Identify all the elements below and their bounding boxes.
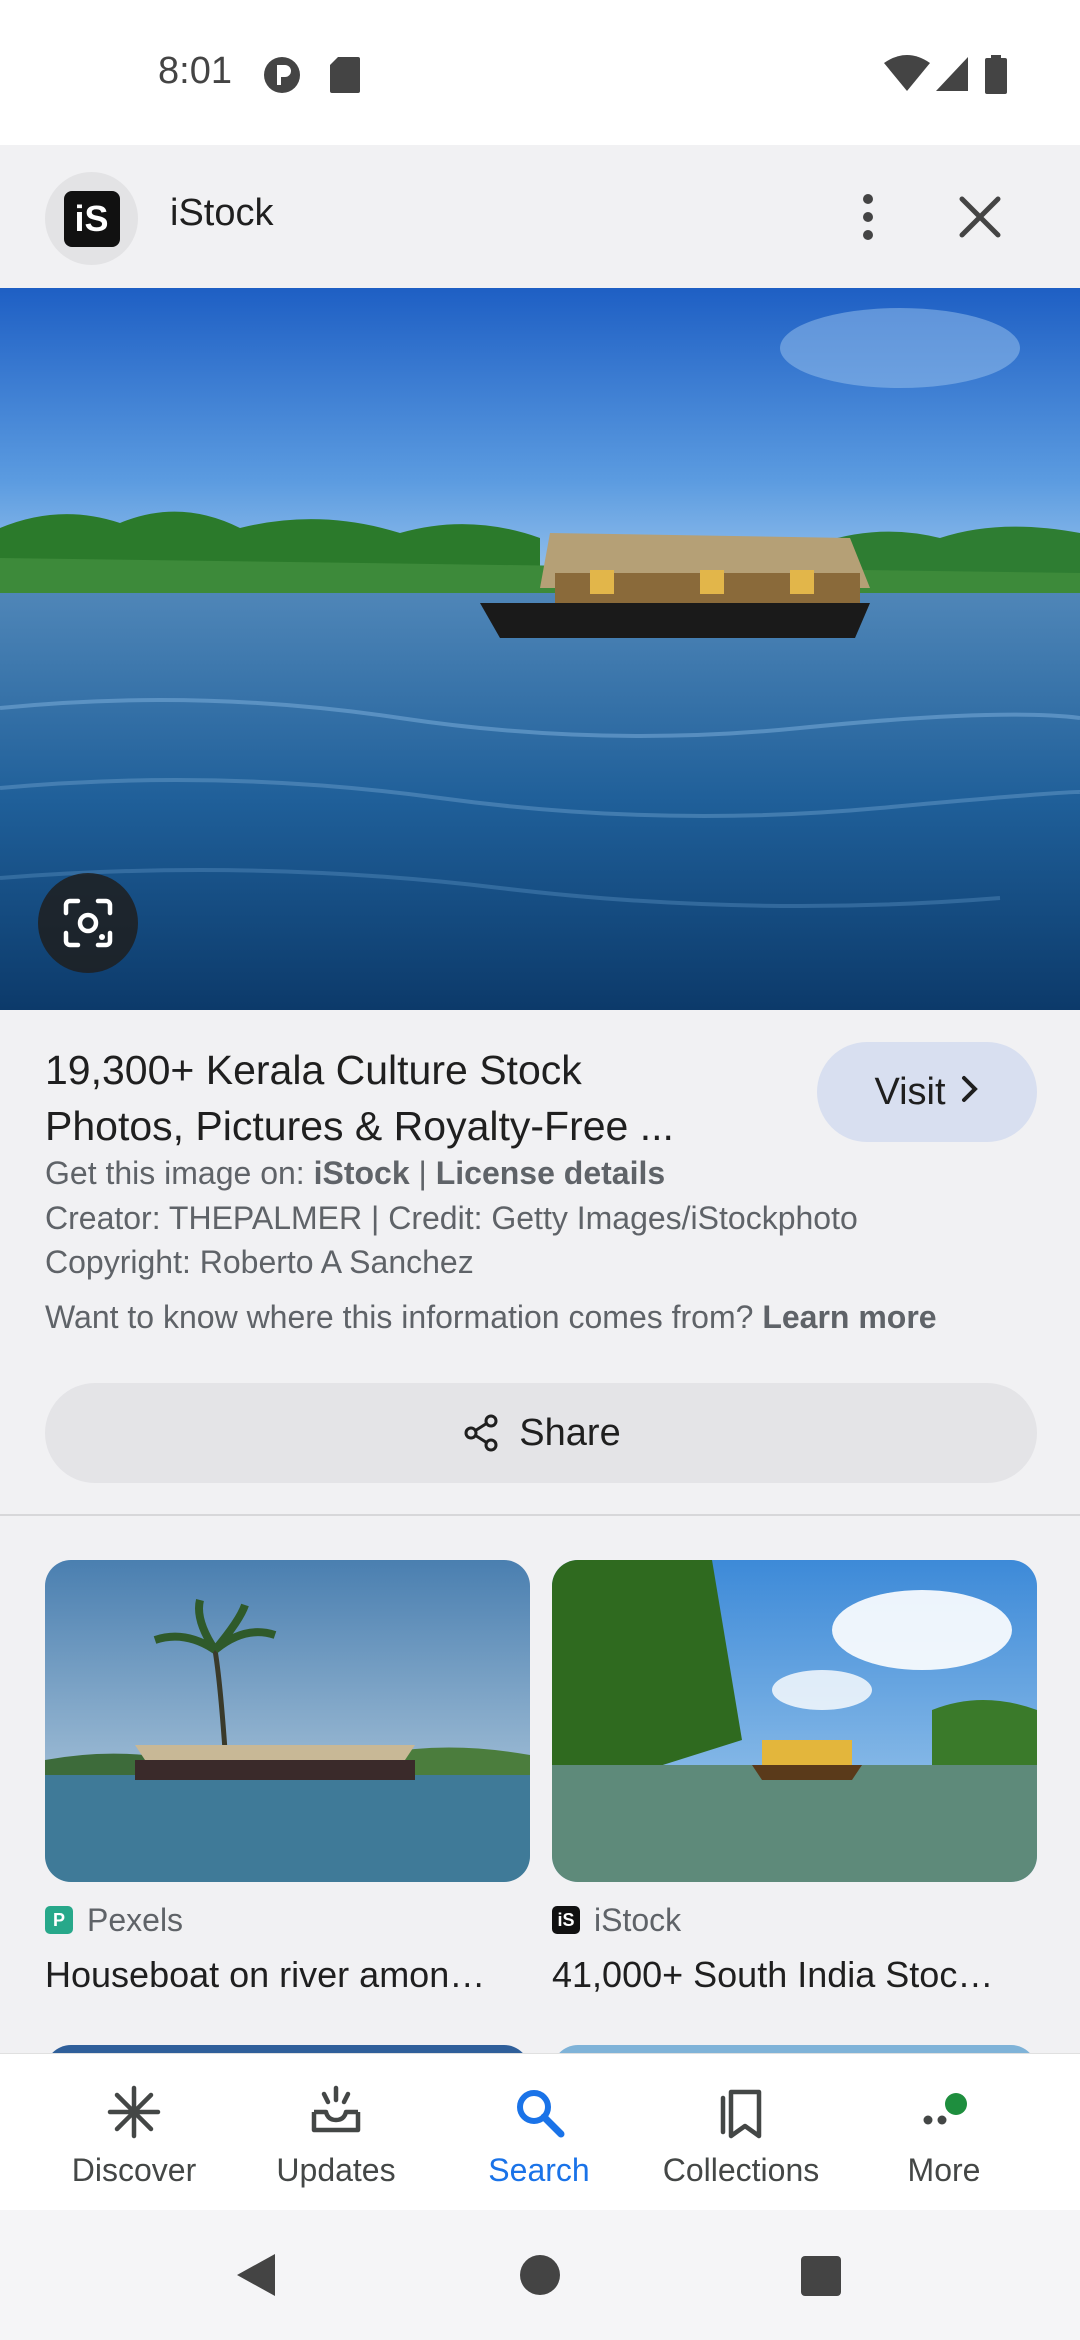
learn-more-link[interactable]: Learn more — [762, 1299, 936, 1335]
share-icon — [464, 1414, 498, 1452]
result-title-line2: Photos, Pictures & Royalty-Free ... — [45, 1103, 674, 1149]
nav-search[interactable]: Search — [439, 2054, 639, 2211]
home-icon[interactable] — [518, 2253, 562, 2297]
nav-more-label: More — [907, 2152, 981, 2188]
back-icon[interactable] — [233, 2250, 279, 2300]
houseboat-photo — [0, 288, 1080, 1010]
nav-search-label: Search — [488, 2152, 590, 2188]
more-vert-icon[interactable] — [848, 185, 888, 249]
more-dots-icon — [923, 2093, 967, 2125]
istock-favicon-icon: iS — [552, 1906, 580, 1934]
sd-card-icon — [330, 57, 360, 93]
share-button[interactable]: Share — [45, 1383, 1037, 1483]
nav-collections[interactable]: Collections — [641, 2054, 841, 2211]
related-source-name: iStock — [594, 1901, 682, 1938]
related-title: Houseboat on river amon… — [45, 1954, 486, 1995]
result-title[interactable]: 19,300+ Kerala Culture Stock Photos, Pic… — [45, 1042, 765, 1154]
copyright-line: Copyright: Roberto A Sanchez — [45, 1244, 474, 1280]
istock-logo: iS — [63, 190, 120, 247]
nav-discover-label: Discover — [71, 2152, 197, 2188]
visit-label: Visit — [874, 1070, 946, 1113]
visit-button[interactable]: Visit — [817, 1042, 1037, 1142]
related-result-card[interactable]: iS iStock 41,000+ South India Stoc… — [552, 1560, 1037, 1996]
nav-more[interactable]: More — [844, 2054, 1044, 2211]
info-question: Want to know where this information come… — [45, 1299, 763, 1335]
image-source-line: Get this image on: iStock | License deta… — [45, 1155, 665, 1192]
section-divider — [0, 1514, 1080, 1516]
recents-icon[interactable] — [800, 2255, 842, 2297]
status-time: 8:01 — [158, 50, 232, 92]
site-favicon[interactable]: iS — [45, 172, 138, 265]
updates-tray-icon — [311, 2085, 361, 2133]
related-result-card[interactable]: P Pexels Houseboat on river amon… — [45, 1560, 530, 1996]
creator-line: Creator: THEPALMER | Credit: Getty Image… — [45, 1200, 858, 1236]
image-detail-sheet: iS iStock 19,300+ Kerala Culture Stock P… — [0, 145, 1080, 2055]
related-source-name: Pexels — [87, 1901, 184, 1938]
share-label: Share — [519, 1411, 621, 1454]
get-image-prefix: Get this image on: — [45, 1155, 314, 1191]
app-notification-icon — [264, 57, 300, 93]
backwaters-thumbnail — [552, 1560, 1037, 1882]
separator: | — [409, 1155, 436, 1191]
battery-icon — [985, 55, 1007, 94]
houseboat-thumbnail — [45, 1560, 530, 1882]
bookmarks-icon — [720, 2089, 762, 2139]
lens-icon — [63, 898, 113, 948]
source-site-link[interactable]: iStock — [314, 1155, 410, 1191]
search-icon — [517, 2090, 565, 2138]
info-source-line: Want to know where this information come… — [45, 1299, 937, 1336]
related-source: iS iStock — [552, 1900, 1037, 1940]
result-title-line1: 19,300+ Kerala Culture Stock — [45, 1047, 582, 1093]
nav-collections-label: Collections — [662, 2152, 820, 2188]
sheet-header: iS iStock — [0, 145, 1080, 288]
system-navigation-bar — [0, 2210, 1080, 2340]
nav-discover[interactable]: Discover — [34, 2054, 234, 2211]
status-bar: 8:01 — [0, 0, 1080, 145]
hero-image[interactable] — [0, 288, 1080, 1010]
google-lens-button[interactable] — [38, 873, 138, 973]
cellular-signal-icon — [936, 57, 968, 91]
close-icon[interactable] — [950, 185, 1010, 249]
nav-updates[interactable]: Updates — [236, 2054, 436, 2211]
license-details-link[interactable]: License details — [436, 1155, 665, 1191]
pexels-favicon-icon: P — [45, 1906, 73, 1934]
wifi-icon — [884, 55, 930, 91]
related-image[interactable] — [45, 1560, 530, 1882]
related-source: P Pexels — [45, 1900, 530, 1940]
chevron-right-icon — [960, 1071, 980, 1114]
related-title: 41,000+ South India Stoc… — [552, 1954, 994, 1995]
bottom-navigation: Discover Updates Search Collections More — [0, 2053, 1080, 2210]
nav-updates-label: Updates — [276, 2152, 396, 2188]
asterisk-icon — [107, 2085, 161, 2139]
related-image[interactable] — [552, 1560, 1037, 1882]
site-name: iStock — [170, 192, 274, 234]
